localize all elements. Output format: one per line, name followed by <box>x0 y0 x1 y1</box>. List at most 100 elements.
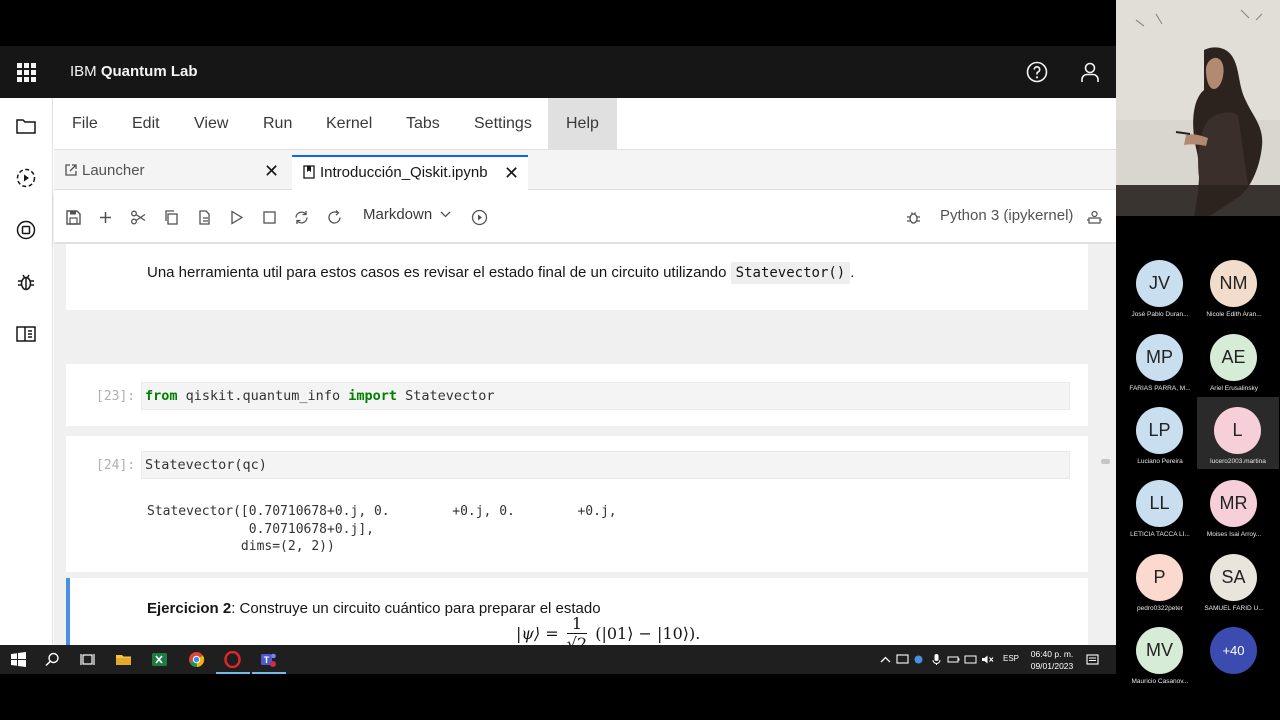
screen: IBM Quantum Lab File Edit View Run Kerne… <box>0 0 1280 720</box>
participant-tile[interactable]: P pedro0322peter <box>1119 550 1201 622</box>
excel-icon[interactable] <box>151 651 168 668</box>
participants-panel: JV José Pablo Duran... NM Nicole Edith A… <box>1116 216 1280 720</box>
code-editor[interactable]: Statevector(qc) <box>141 451 1070 479</box>
running-sessions-icon[interactable] <box>14 166 38 190</box>
save-icon[interactable] <box>65 209 82 226</box>
participant-tile[interactable]: MV Mauricio Casanov... <box>1119 623 1201 695</box>
menu-tabs[interactable]: Tabs <box>388 98 458 150</box>
participant-name: Nicole Edith Aran... <box>1206 311 1262 318</box>
microphone-icon[interactable] <box>928 651 945 668</box>
avatar: LP <box>1136 407 1183 454</box>
input-language[interactable]: ESP <box>1003 654 1019 663</box>
code-editor[interactable]: from qiskit.quantum_info import Statevec… <box>141 382 1070 410</box>
participant-tile[interactable]: LP Luciano Pereira <box>1119 403 1201 475</box>
meet-now-icon[interactable] <box>910 651 927 668</box>
teams-icon[interactable]: T <box>260 651 277 668</box>
avatar: JV <box>1136 260 1183 307</box>
add-cell-icon[interactable] <box>97 209 114 226</box>
cell-output: Statevector([0.70710678+0.j, 0. +0.j, 0.… <box>147 504 617 554</box>
avatar: NM <box>1210 260 1257 307</box>
tab-launcher-label: Launcher <box>82 162 145 179</box>
inline-code: Statevector() <box>730 262 851 284</box>
more-participants-count: +40 <box>1210 627 1257 674</box>
markdown-cell[interactable]: Una herramienta util para estos casos es… <box>66 244 1088 310</box>
participant-tile[interactable]: MR Moises Isai Arroy... <box>1193 476 1275 548</box>
kernel-status[interactable]: Python 3 (ipykernel) <box>940 207 1073 224</box>
menu-view[interactable]: View <box>176 98 246 150</box>
tab-notebook[interactable]: Introducción_Qiskit.ipynb ✕ <box>292 155 528 191</box>
opera-icon[interactable] <box>224 651 241 668</box>
windows-start-icon[interactable] <box>10 651 27 668</box>
avatar: MV <box>1136 627 1183 674</box>
participant-name: LETICIA TACCA LI... <box>1130 531 1190 538</box>
table-of-contents-icon[interactable] <box>14 322 38 346</box>
restart-kernel-icon[interactable] <box>293 209 310 226</box>
avatar: MP <box>1136 334 1183 381</box>
menu-settings[interactable]: Settings <box>456 98 550 150</box>
file-explorer-icon[interactable] <box>115 651 132 668</box>
participant-tile[interactable]: MP FARIAS PARRA, M... <box>1119 330 1201 402</box>
math-formula: |ψ⟩ = 1 √2 (|01⟩ − |10⟩). <box>516 614 701 646</box>
close-icon[interactable]: ✕ <box>264 155 279 187</box>
more-participants-button[interactable]: +40 <box>1193 623 1275 695</box>
task-view-icon[interactable] <box>79 651 96 668</box>
code-cell[interactable]: [24]: Statevector(qc) Statevector([0.707… <box>66 436 1088 572</box>
kernel-debugger-icon[interactable] <box>905 209 922 226</box>
display-icon[interactable] <box>894 651 911 668</box>
volume-muted-icon[interactable] <box>979 651 996 668</box>
tab-launcher[interactable]: Launcher ✕ <box>54 155 286 191</box>
help-icon[interactable] <box>1025 60 1049 84</box>
paste-icon[interactable] <box>196 209 213 226</box>
menu-kernel[interactable]: Kernel <box>308 98 390 150</box>
participant-tile[interactable]: LL LETICIA TACCA LI... <box>1119 476 1201 548</box>
participant-name: SAMUEL FARID U... <box>1204 605 1264 612</box>
debugger-icon[interactable] <box>14 270 38 294</box>
avatar: L <box>1214 407 1261 454</box>
copy-icon[interactable] <box>163 209 180 226</box>
network-icon[interactable] <box>962 651 979 668</box>
chevron-up-icon[interactable] <box>877 651 894 668</box>
avatar: P <box>1136 554 1183 601</box>
menu-help[interactable]: Help <box>548 98 617 150</box>
notification-icon[interactable] <box>1084 651 1101 668</box>
stop-icon[interactable] <box>261 209 278 226</box>
system-clock[interactable]: 06:40 p. m. 09/01/2023 <box>1028 648 1076 672</box>
participant-name: José Pablo Duran... <box>1131 311 1189 318</box>
cut-icon[interactable] <box>130 209 147 226</box>
user-icon[interactable] <box>1078 60 1102 84</box>
menu-file[interactable]: File <box>54 98 116 150</box>
participant-tile[interactable]: NM Nicole Edith Aran... <box>1193 256 1275 328</box>
close-icon[interactable]: ✕ <box>504 157 519 189</box>
app-title: IBM Quantum Lab <box>70 63 198 80</box>
code-cell[interactable]: [23]: from qiskit.quantum_info import St… <box>66 364 1088 426</box>
participant-name: pedro0322peter <box>1137 605 1183 612</box>
svg-text:T: T <box>264 655 270 665</box>
search-icon[interactable] <box>44 651 61 668</box>
participant-name: Luciano Pereira <box>1137 458 1183 465</box>
cell-selection-indicator <box>66 578 70 646</box>
participant-tile[interactable]: JV José Pablo Duran... <box>1119 256 1201 328</box>
markdown-cell-selected[interactable]: Ejercicion 2: Construye un circuito cuán… <box>66 578 1088 646</box>
git-icon[interactable] <box>471 209 488 226</box>
participant-name: lucero2003.martina <box>1210 458 1266 465</box>
participant-tile[interactable]: SA SAMUEL FARID U... <box>1193 550 1275 622</box>
menu-bar: File Edit View Run Kernel Tabs Settings … <box>54 98 1116 150</box>
restart-run-all-icon[interactable] <box>326 209 343 226</box>
document-tab-bar: Launcher ✕ Introducción_Qiskit.ipynb ✕ <box>54 150 1116 191</box>
scrollbar-thumb[interactable] <box>1101 459 1110 464</box>
menu-edit[interactable]: Edit <box>114 98 178 150</box>
folder-icon[interactable] <box>14 114 38 138</box>
commands-icon[interactable] <box>14 218 38 242</box>
battery-icon[interactable] <box>945 651 962 668</box>
cell-type-select[interactable]: Markdown <box>363 206 451 223</box>
menu-run[interactable]: Run <box>245 98 310 150</box>
run-icon[interactable] <box>228 209 245 226</box>
avatar: AE <box>1210 334 1257 381</box>
participant-tile[interactable]: AE Ariel Erusalinsky <box>1193 330 1275 402</box>
participant-tile-speaking[interactable]: L lucero2003.martina <box>1197 397 1279 469</box>
avatar: SA <box>1210 554 1257 601</box>
chrome-icon[interactable] <box>188 651 205 668</box>
app-switcher-icon[interactable] <box>17 63 36 82</box>
participant-name: Moises Isai Arroy... <box>1206 531 1262 538</box>
presenter-video-image <box>1116 0 1280 216</box>
